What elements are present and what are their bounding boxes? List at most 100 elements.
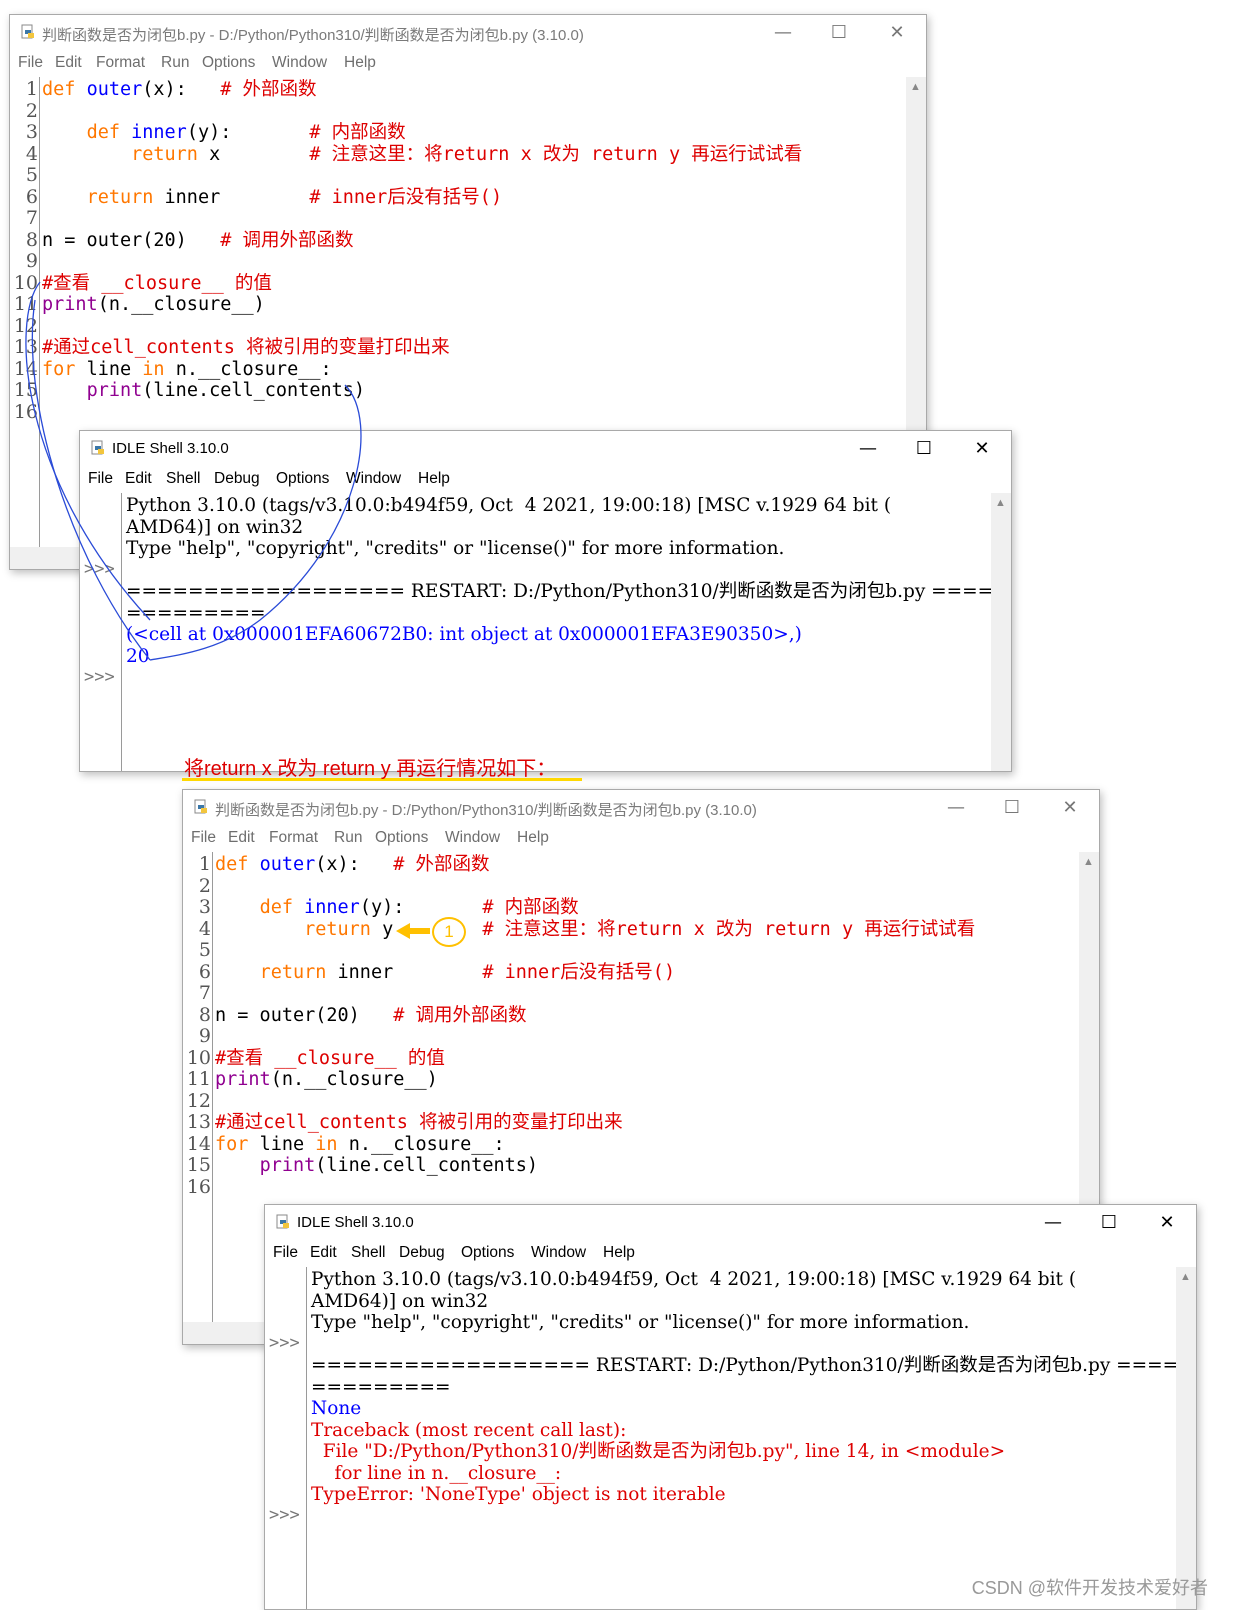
line-number: 13 — [186, 1111, 211, 1133]
menu-window[interactable]: Window — [445, 829, 500, 847]
menubar: File Edit Format Run Options Window Help — [183, 826, 1099, 852]
line-number: 7 — [25, 207, 38, 229]
editor-titlebar-1[interactable]: 判断函数是否为闭包b.py - D:/Python/Python310/判断函数… — [10, 15, 926, 51]
menu-help[interactable]: Help — [344, 54, 376, 72]
prompt: >>> — [269, 1333, 300, 1353]
shell-area[interactable]: >>> >>> Python 3.10.0 (tags/v3.10.0:b494… — [265, 1267, 1196, 1609]
menu-edit[interactable]: Edit — [125, 470, 152, 488]
gutter-divider — [306, 1267, 307, 1609]
menu-help[interactable]: Help — [517, 829, 549, 847]
line-number: 2 — [25, 99, 38, 122]
watermark: CSDN @软件开发技术爱好者 — [971, 1578, 1208, 1598]
code-line: #查看 __closure__ 的值 — [215, 1047, 445, 1069]
menu-shell[interactable]: Shell — [166, 470, 200, 488]
menu-file[interactable]: File — [191, 829, 216, 847]
python-file-icon — [194, 799, 207, 814]
shell-titlebar-2[interactable]: IDLE Shell 3.10.0 — ☐ ✕ — [265, 1205, 1196, 1241]
minimize-icon[interactable]: — — [933, 794, 979, 822]
menu-debug[interactable]: Debug — [214, 470, 260, 488]
menu-file[interactable]: File — [18, 54, 43, 72]
menu-options[interactable]: Options — [202, 54, 255, 72]
code-line: return x # 注意这里：将return x 改为 return y 再运… — [131, 143, 803, 165]
shell-text[interactable]: Python 3.10.0 (tags/v3.10.0:b494f59, Oct… — [311, 1267, 1196, 1609]
menubar: File Edit Format Run Options Window Help — [10, 51, 926, 77]
menu-debug[interactable]: Debug — [399, 1244, 445, 1262]
shell-line: Python 3.10.0 (tags/v3.10.0:b494f59, Oct… — [126, 495, 892, 516]
editor-titlebar-2[interactable]: 判断函数是否为闭包b.py - D:/Python/Python310/判断函数… — [183, 790, 1099, 826]
close-icon[interactable]: ✕ — [1144, 1209, 1190, 1237]
shell-error: Traceback (most recent call last): — [311, 1419, 627, 1441]
line-number: 10 — [13, 271, 38, 294]
caption-text: 将return x 改为 return y 再运行情况如下： — [184, 758, 557, 780]
menu-edit[interactable]: Edit — [228, 829, 255, 847]
menu-shell[interactable]: Shell — [351, 1244, 385, 1262]
menu-run[interactable]: Run — [334, 829, 362, 847]
menu-run[interactable]: Run — [161, 54, 189, 72]
menu-help[interactable]: Help — [418, 470, 450, 488]
python-file-icon — [276, 1214, 289, 1229]
maximize-icon[interactable]: ☐ — [901, 435, 947, 463]
shell-output: 20 — [126, 645, 150, 667]
line-number: 4 — [198, 917, 211, 940]
prompt-gutter: >>> >>> — [265, 1267, 305, 1609]
menu-file[interactable]: File — [88, 470, 113, 488]
shell-titlebar-1[interactable]: IDLE Shell 3.10.0 — ☐ ✕ — [80, 431, 1011, 467]
line-number: 3 — [25, 121, 38, 143]
prompt: >>> — [269, 1505, 300, 1525]
minimize-icon[interactable]: — — [845, 435, 891, 463]
shell-line: ================== RESTART: D:/Python/Py… — [311, 1355, 1197, 1376]
menu-edit[interactable]: Edit — [55, 54, 82, 72]
menu-help[interactable]: Help — [603, 1244, 635, 1262]
menu-options[interactable]: Options — [375, 829, 428, 847]
scroll-up-arrow-icon[interactable]: ▲ — [1180, 1271, 1191, 1283]
window-title: 判断函数是否为闭包b.py - D:/Python/Python310/判断函数… — [215, 802, 757, 819]
scroll-up-arrow-icon[interactable]: ▲ — [910, 81, 921, 93]
shell-area[interactable]: >>> >>> Python 3.10.0 (tags/v3.10.0:b494… — [80, 493, 1011, 771]
line-number: 5 — [25, 164, 38, 186]
close-icon[interactable]: ✕ — [874, 19, 920, 47]
vertical-scrollbar[interactable]: ▲ — [991, 493, 1011, 771]
scroll-up-arrow-icon[interactable]: ▲ — [995, 497, 1006, 509]
menu-edit[interactable]: Edit — [310, 1244, 337, 1262]
line-number: 11 — [13, 293, 38, 315]
step-marker: 1 — [432, 917, 466, 947]
shell-text[interactable]: Python 3.10.0 (tags/v3.10.0:b494f59, Oct… — [126, 493, 1011, 771]
gutter-divider — [212, 852, 213, 1344]
line-number: 12 — [186, 1089, 211, 1112]
menu-window[interactable]: Window — [346, 470, 401, 488]
menu-file[interactable]: File — [273, 1244, 298, 1262]
code-line: n = outer(20) # 调用外部函数 — [215, 1004, 527, 1026]
line-number: 12 — [13, 314, 38, 337]
line-number: 8 — [25, 228, 38, 251]
code-line: n = outer(20) # 调用外部函数 — [42, 229, 354, 251]
prompt: >>> — [84, 667, 115, 687]
menubar: File Edit Shell Debug Options Window Hel… — [265, 1241, 1196, 1267]
shell-line: AMD64)] on win32 — [126, 516, 304, 538]
minimize-icon[interactable]: — — [1030, 1209, 1076, 1237]
menu-window[interactable]: Window — [272, 54, 327, 72]
prompt: >>> — [84, 559, 115, 579]
line-number: 4 — [25, 142, 38, 165]
line-number: 15 — [186, 1154, 211, 1176]
minimize-icon[interactable]: — — [760, 19, 806, 47]
vertical-scrollbar[interactable]: ▲ — [1176, 1267, 1196, 1609]
prompt-gutter: >>> >>> — [80, 493, 120, 771]
scroll-up-arrow-icon[interactable]: ▲ — [1083, 856, 1094, 868]
menu-options[interactable]: Options — [276, 470, 329, 488]
maximize-icon[interactable]: ☐ — [1086, 1209, 1132, 1237]
shell-line: Type "help", "copyright", "credits" or "… — [126, 538, 785, 559]
shell-line: ========= — [126, 602, 266, 624]
close-icon[interactable]: ✕ — [1047, 794, 1093, 822]
shell-line: Type "help", "copyright", "credits" or "… — [311, 1312, 970, 1333]
maximize-icon[interactable]: ☐ — [989, 794, 1035, 822]
menu-options[interactable]: Options — [461, 1244, 514, 1262]
line-number: 16 — [13, 400, 38, 423]
menu-format[interactable]: Format — [269, 829, 318, 847]
menu-window[interactable]: Window — [531, 1244, 586, 1262]
menu-format[interactable]: Format — [96, 54, 145, 72]
shell-window-2: IDLE Shell 3.10.0 — ☐ ✕ File Edit Shell … — [264, 1204, 1197, 1610]
line-number: 15 — [13, 379, 38, 401]
close-icon[interactable]: ✕ — [959, 435, 1005, 463]
maximize-icon[interactable]: ☐ — [816, 19, 862, 47]
shell-window-1: IDLE Shell 3.10.0 — ☐ ✕ File Edit Shell … — [79, 430, 1012, 772]
